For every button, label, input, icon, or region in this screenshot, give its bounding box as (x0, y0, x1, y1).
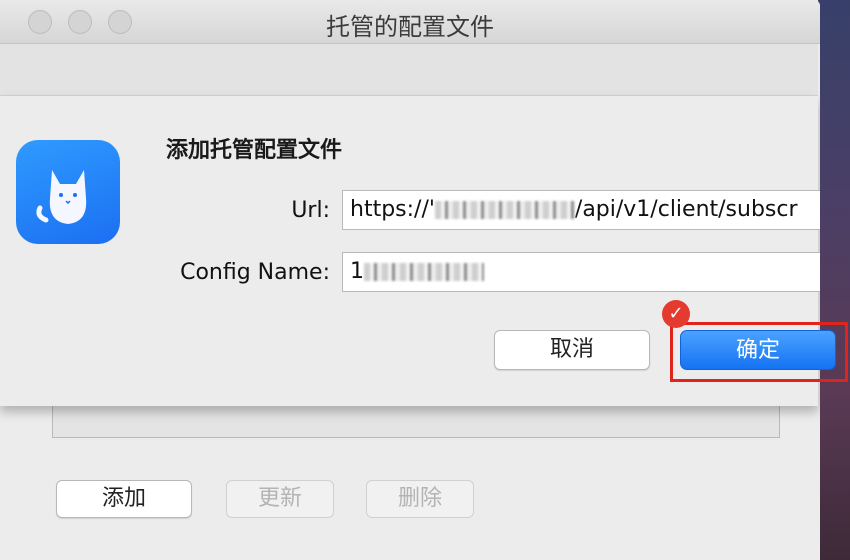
url-field[interactable]: https://' /api/v1/client/subscr (342, 190, 820, 230)
redacted-text (434, 201, 575, 219)
delete-button[interactable]: 删除 (366, 480, 474, 518)
profiles-window: 托管的配置文件 添加 更新 删除 添加托管配置文件 Url: https://'… (0, 0, 820, 560)
confirm-button[interactable]: 确定 (680, 330, 836, 370)
cancel-button[interactable]: 取消 (494, 330, 650, 370)
config-name-value-prefix: 1 (350, 259, 364, 284)
desktop-background (818, 0, 850, 560)
url-value-suffix: /api/v1/client/subscr (574, 197, 798, 222)
config-name-field[interactable]: 1 (342, 252, 820, 292)
add-button[interactable]: 添加 (56, 480, 192, 518)
url-label: Url: (291, 198, 330, 223)
check-icon: ✓ (662, 300, 690, 328)
window-title: 托管的配置文件 (326, 13, 494, 41)
title-bar[interactable]: 托管的配置文件 (0, 0, 820, 44)
sheet-heading: 添加托管配置文件 (166, 138, 343, 163)
sheet-header-strip (0, 44, 818, 96)
cat-app-icon (16, 140, 120, 244)
redacted-text (364, 263, 484, 281)
config-name-label: Config Name: (180, 260, 330, 285)
update-button[interactable]: 更新 (226, 480, 334, 518)
url-value-prefix: https://' (350, 197, 435, 222)
